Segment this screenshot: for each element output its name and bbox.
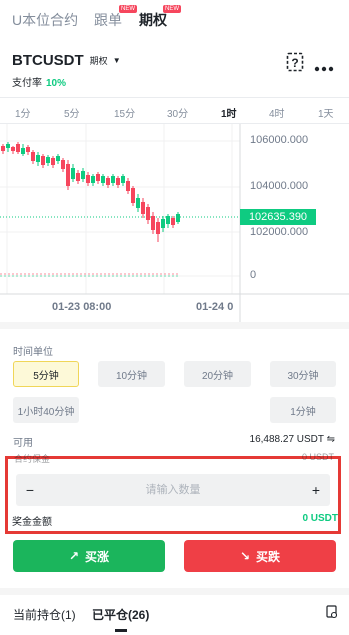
award-amount-row: 奖金金额 0 USDT bbox=[12, 513, 338, 528]
timeframe-1h[interactable]: 1时 bbox=[221, 105, 237, 120]
chart-panel[interactable]: 1分 5分 15分 30分 1时 4时 1天 106000.000 104000… bbox=[0, 97, 349, 323]
tab-closed-positions[interactable]: 已平仓(26) bbox=[92, 606, 149, 623]
symbol-tag: 期权 bbox=[89, 56, 108, 66]
decrease-button[interactable]: − bbox=[16, 474, 44, 506]
timeframe-5m[interactable]: 5分 bbox=[64, 105, 80, 120]
svg-text:?: ? bbox=[291, 56, 298, 70]
quantity-highlight-box: 合约保金 0 USDT − 请输入数量 + 奖金金额 0 USDT bbox=[5, 452, 341, 534]
current-price-label: 102635.390 bbox=[240, 209, 316, 225]
price-tick: 0 bbox=[250, 269, 257, 281]
increase-button[interactable]: + bbox=[302, 474, 330, 506]
buy-up-label: 买涨 bbox=[85, 549, 110, 564]
new-badge: NEW bbox=[163, 5, 181, 13]
arrow-up-right-icon: ↗ bbox=[68, 549, 80, 563]
more-icon[interactable] bbox=[314, 59, 334, 77]
unit-20min-button[interactable]: 20分钟 bbox=[184, 361, 251, 387]
payout-value: 10% bbox=[46, 78, 67, 89]
hidden-row-value: 0 USDT bbox=[301, 452, 334, 462]
payout-label: 支付率 bbox=[12, 78, 42, 89]
timeframe-1d[interactable]: 1天 bbox=[318, 105, 334, 120]
timeframe-1m[interactable]: 1分 bbox=[15, 105, 31, 120]
unit-1h40min-button[interactable]: 1小时40分钟 bbox=[13, 397, 79, 423]
available-balance: 可用 16,488.27 USDT ⇋ bbox=[13, 434, 335, 449]
help-doc-icon[interactable]: ? bbox=[286, 52, 304, 77]
available-label: 可用 bbox=[13, 438, 33, 449]
price-tick: 106000.000 bbox=[250, 134, 309, 146]
active-tab-indicator bbox=[115, 629, 127, 632]
timeframe-15m[interactable]: 15分 bbox=[114, 105, 135, 120]
unit-1min-button[interactable]: 1分钟 bbox=[270, 397, 336, 423]
hidden-row-label: 合约保金 bbox=[14, 454, 51, 464]
buy-down-label: 买跌 bbox=[256, 549, 281, 564]
new-badge: NEW bbox=[119, 5, 137, 13]
timeframe-4h[interactable]: 4时 bbox=[269, 105, 285, 120]
section-divider bbox=[0, 588, 349, 595]
price-tick: 102000.000 bbox=[250, 226, 309, 238]
time-tick: 01-23 08:00 bbox=[52, 301, 112, 313]
award-value: 0 USDT bbox=[302, 513, 338, 524]
transfer-icon[interactable]: ⇋ bbox=[327, 434, 335, 445]
available-value: 16,488.27 USDT ⇋ bbox=[249, 434, 335, 445]
candles bbox=[1, 142, 180, 242]
history-icon[interactable] bbox=[326, 605, 338, 624]
tab-copy-trade[interactable]: 跟单 bbox=[94, 10, 122, 30]
symbol-name: BTCUSDT bbox=[12, 52, 84, 69]
payout-rate: 支付率 10% bbox=[12, 74, 66, 89]
unit-30min-button[interactable]: 30分钟 bbox=[270, 361, 336, 387]
unit-5min-button[interactable]: 5分钟 bbox=[13, 361, 79, 387]
section-divider bbox=[0, 322, 349, 329]
unit-10min-button[interactable]: 10分钟 bbox=[98, 361, 165, 387]
tab-usdt-futures[interactable]: U本位合约 bbox=[12, 10, 78, 30]
timeframe-bar: 1分 5分 15分 30分 1时 4时 1天 bbox=[0, 98, 349, 124]
tab-options[interactable]: 期权 bbox=[139, 10, 167, 30]
time-unit-label: 时间单位 bbox=[13, 347, 53, 358]
arrow-down-right-icon: ↘ bbox=[239, 549, 251, 563]
price-tick: 104000.000 bbox=[250, 180, 309, 192]
quantity-input[interactable]: 请输入数量 bbox=[44, 474, 302, 506]
buy-up-button[interactable]: ↗ 买涨 bbox=[13, 540, 165, 572]
buy-down-button[interactable]: ↘ 买跌 bbox=[184, 540, 336, 572]
award-label: 奖金金额 bbox=[12, 517, 52, 528]
top-tab-bar: U本位合约 跟单 NEW 期权 NEW bbox=[0, 0, 349, 36]
caret-down-icon: ▼ bbox=[112, 56, 121, 65]
timeframe-30m[interactable]: 30分 bbox=[167, 105, 188, 120]
symbol-selector[interactable]: BTCUSDT 期权 ▼ bbox=[12, 52, 121, 69]
tab-open-positions[interactable]: 当前持仓(1) bbox=[13, 606, 76, 623]
time-tick: 01-24 0 bbox=[196, 301, 234, 313]
